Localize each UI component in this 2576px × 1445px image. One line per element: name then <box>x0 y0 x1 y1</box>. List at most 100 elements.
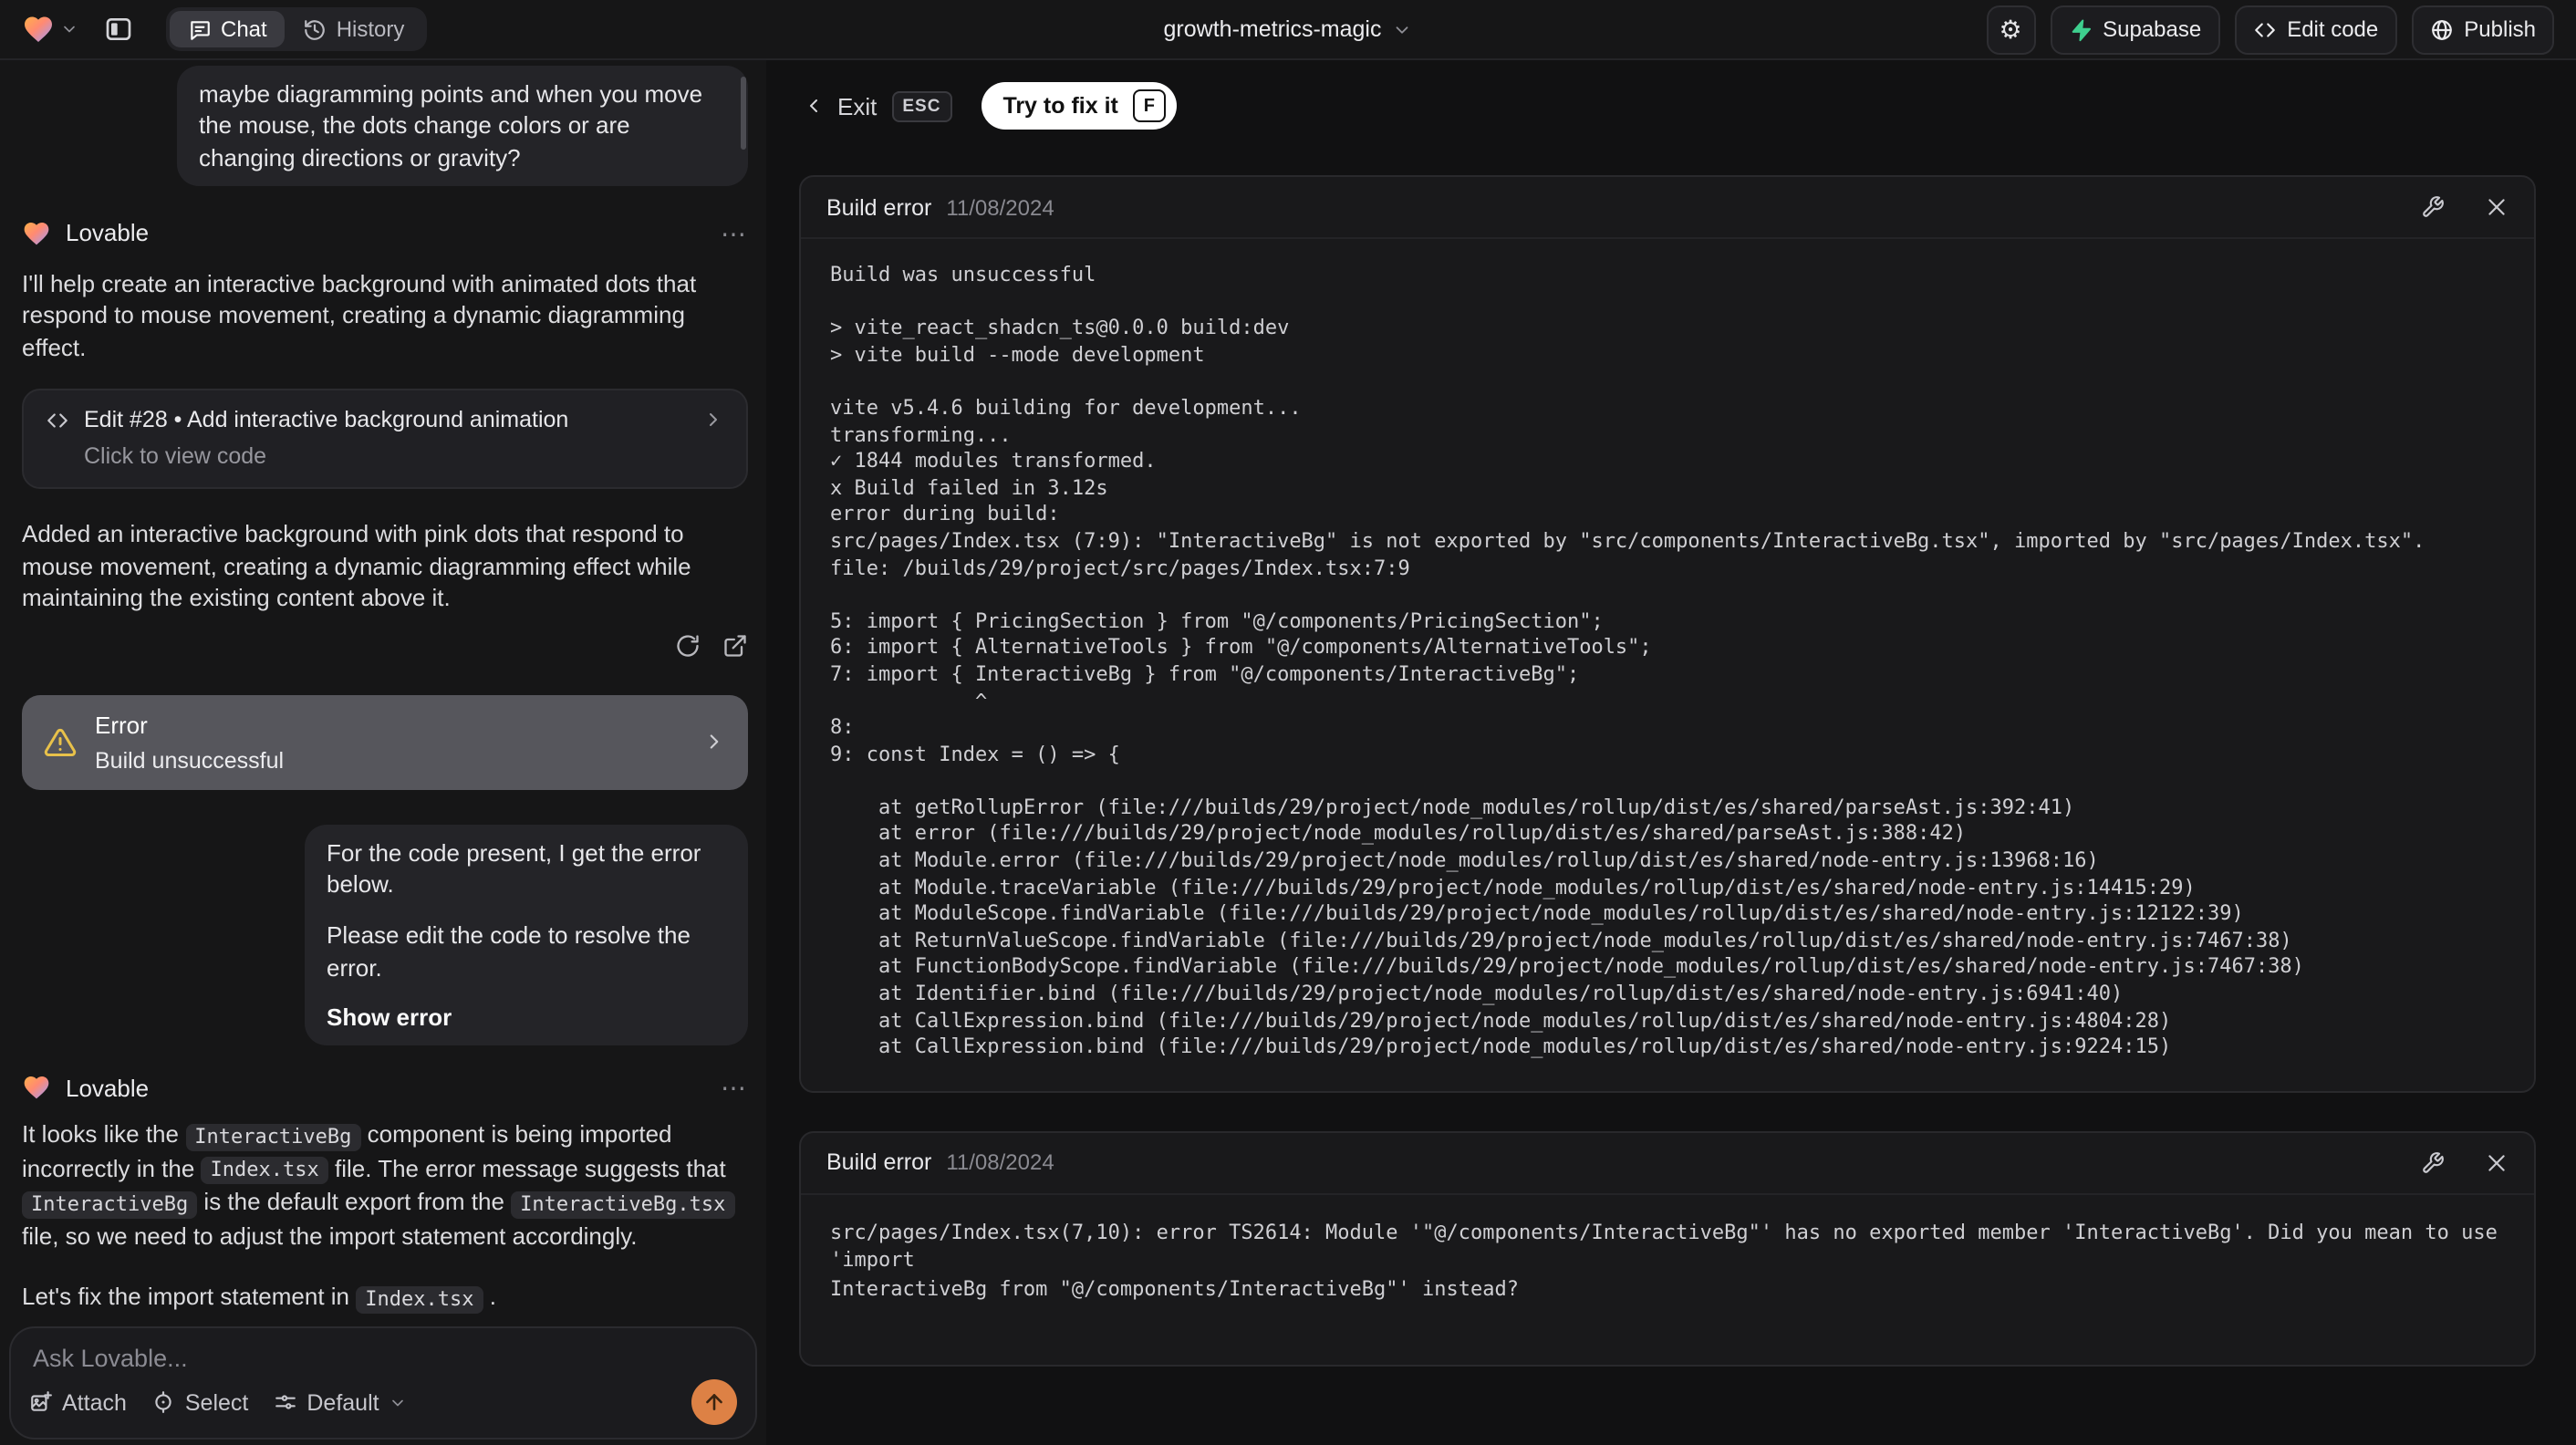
assistant-message: Added an interactive background with pin… <box>22 520 691 612</box>
fix-label: Try to fix it <box>1002 93 1118 119</box>
user-message-text: maybe diagramming points and when you mo… <box>199 80 703 172</box>
tab-history[interactable]: History <box>286 11 423 47</box>
esc-key-badge: ESC <box>891 90 952 121</box>
select-button[interactable]: Select <box>152 1389 249 1415</box>
globe-icon <box>2429 17 2453 41</box>
error-card-date: 11/08/2024 <box>946 1149 1054 1176</box>
chevron-down-icon <box>60 20 78 38</box>
error-panel-toolbar: Exit ESC Try to fix it F <box>803 82 2576 130</box>
build-error-card[interactable]: Error Build unsuccessful <box>22 694 748 790</box>
chevron-right-icon <box>702 410 724 431</box>
build-error-log: Build was unsuccessful > vite_react_shad… <box>830 263 2425 1059</box>
lovable-avatar <box>22 1074 51 1103</box>
settings-button[interactable]: ⚙ <box>1986 5 2036 54</box>
composer-toolbar: Attach Select Default <box>29 1379 737 1425</box>
wrench-icon[interactable] <box>2421 1151 2445 1175</box>
error-card-header: Build error 11/08/2024 <box>801 177 2534 239</box>
tab-chat[interactable]: Chat <box>170 11 286 47</box>
code-brackets-icon <box>2252 17 2276 41</box>
edit-card-28[interactable]: Edit #28 • Add interactive background an… <box>22 389 748 490</box>
sidebar-toggle-button[interactable] <box>97 7 140 51</box>
user-message: For the code present, I get the error be… <box>305 824 748 1046</box>
message-menu-button[interactable]: ⋯ <box>721 221 748 246</box>
supabase-label: Supabase <box>2103 16 2202 42</box>
lovable-logo-menu[interactable] <box>22 13 78 46</box>
chat-composer[interactable]: Attach Select Default <box>9 1326 757 1440</box>
assistant-message-rich: It looks like the InteractiveBg componen… <box>22 1119 748 1253</box>
assistant-header: Lovable ⋯ <box>22 217 748 250</box>
gear-icon: ⚙ <box>1999 15 2022 44</box>
lovable-avatar <box>22 219 51 248</box>
error-card-header: Build error 11/08/2024 <box>801 1133 2534 1195</box>
build-error-log-card-1: Build error 11/08/2024 Build was unsucce… <box>799 175 2536 1093</box>
edit-card-subtitle: Click to view code <box>84 443 267 470</box>
sliders-icon <box>274 1390 297 1414</box>
message-actions <box>22 633 748 659</box>
select-label: Select <box>184 1389 249 1415</box>
assistant-message-rich: Let's fix the import statement in Index.… <box>22 1282 748 1315</box>
build-error-log-card-2: Build error 11/08/2024 src/pages/Index.t… <box>799 1130 2536 1367</box>
attach-button[interactable]: Attach <box>29 1389 127 1415</box>
image-plus-icon <box>29 1390 53 1414</box>
assistant-name: Lovable <box>66 219 150 247</box>
show-error-link[interactable]: Show error <box>327 1002 452 1034</box>
app-window: Chat History growth-metrics-magic ⚙ Supa… <box>0 0 2576 1445</box>
f-key-badge: F <box>1132 89 1166 122</box>
mode-dropdown[interactable]: Default <box>274 1389 406 1415</box>
user-message-line: Please edit the code to resolve the erro… <box>327 921 691 982</box>
tab-chat-label: Chat <box>221 16 267 42</box>
chat-scrollbar-thumb[interactable] <box>741 77 746 150</box>
publish-button[interactable]: Publish <box>2411 5 2554 54</box>
supabase-bolt-icon <box>2068 17 2092 41</box>
project-name[interactable]: growth-metrics-magic <box>1164 16 1382 42</box>
edit-card-row: Edit #28 • Add interactive background an… <box>46 408 724 433</box>
edit-code-button[interactable]: Edit code <box>2234 5 2397 54</box>
supabase-button[interactable]: Supabase <box>2050 5 2220 54</box>
edit-code-label: Edit code <box>2287 16 2379 42</box>
assistant-name: Lovable <box>66 1074 150 1102</box>
chat-input[interactable] <box>33 1345 737 1372</box>
code-brackets-icon <box>46 409 69 432</box>
user-message-line: For the code present, I get the error be… <box>327 838 701 899</box>
build-error-log: src/pages/Index.tsx(7,10): error TS2614:… <box>830 1220 2498 1301</box>
error-card-title: Error <box>95 711 148 739</box>
chevron-left-icon <box>803 95 825 117</box>
chevron-down-icon <box>389 1393 407 1411</box>
history-icon <box>304 17 327 41</box>
chat-bubble-icon <box>188 17 212 41</box>
error-card-date: 11/08/2024 <box>946 194 1054 220</box>
external-link-icon[interactable] <box>722 633 748 659</box>
target-icon <box>152 1390 176 1414</box>
warning-triangle-icon <box>44 726 77 759</box>
assistant-message: I'll help create an interactive backgrou… <box>22 269 697 361</box>
publish-label: Publish <box>2464 16 2536 42</box>
message-menu-button[interactable]: ⋯ <box>721 1076 748 1101</box>
error-card-title: Build error <box>826 1149 932 1176</box>
close-icon[interactable] <box>2485 195 2508 219</box>
top-bar-right: ⚙ Supabase Edit code Publish <box>1986 5 2576 54</box>
chevron-right-icon <box>702 731 726 754</box>
chat-panel: maybe diagramming points and when you mo… <box>0 58 766 1445</box>
chat-scroll-area[interactable]: maybe diagramming points and when you mo… <box>22 58 748 1440</box>
close-icon[interactable] <box>2485 1151 2508 1175</box>
error-panel: Exit ESC Try to fix it F Build error 11/… <box>766 58 2576 1445</box>
user-message: maybe diagramming points and when you mo… <box>177 66 748 186</box>
top-bar: Chat History growth-metrics-magic ⚙ Supa… <box>0 0 2576 60</box>
error-card-title: Build error <box>826 194 932 220</box>
wrench-icon[interactable] <box>2421 195 2445 219</box>
edit-card-title: Edit #28 • Add interactive background an… <box>84 407 569 433</box>
chevron-down-icon <box>1392 19 1412 39</box>
tab-history-label: History <box>336 16 405 42</box>
error-card-subtitle: Build unsuccessful <box>95 747 285 774</box>
retry-icon[interactable] <box>675 633 701 659</box>
assistant-header: Lovable ⋯ <box>22 1072 748 1105</box>
try-to-fix-button[interactable]: Try to fix it F <box>981 82 1177 130</box>
top-bar-left: Chat History <box>0 7 427 51</box>
exit-button[interactable]: Exit <box>803 92 877 120</box>
panel-left-icon <box>104 15 133 44</box>
send-button[interactable] <box>691 1379 737 1425</box>
chat-history-switch: Chat History <box>166 7 427 51</box>
exit-label: Exit <box>837 92 878 120</box>
lovable-logo-icon <box>22 13 55 46</box>
mode-label: Default <box>306 1389 379 1415</box>
